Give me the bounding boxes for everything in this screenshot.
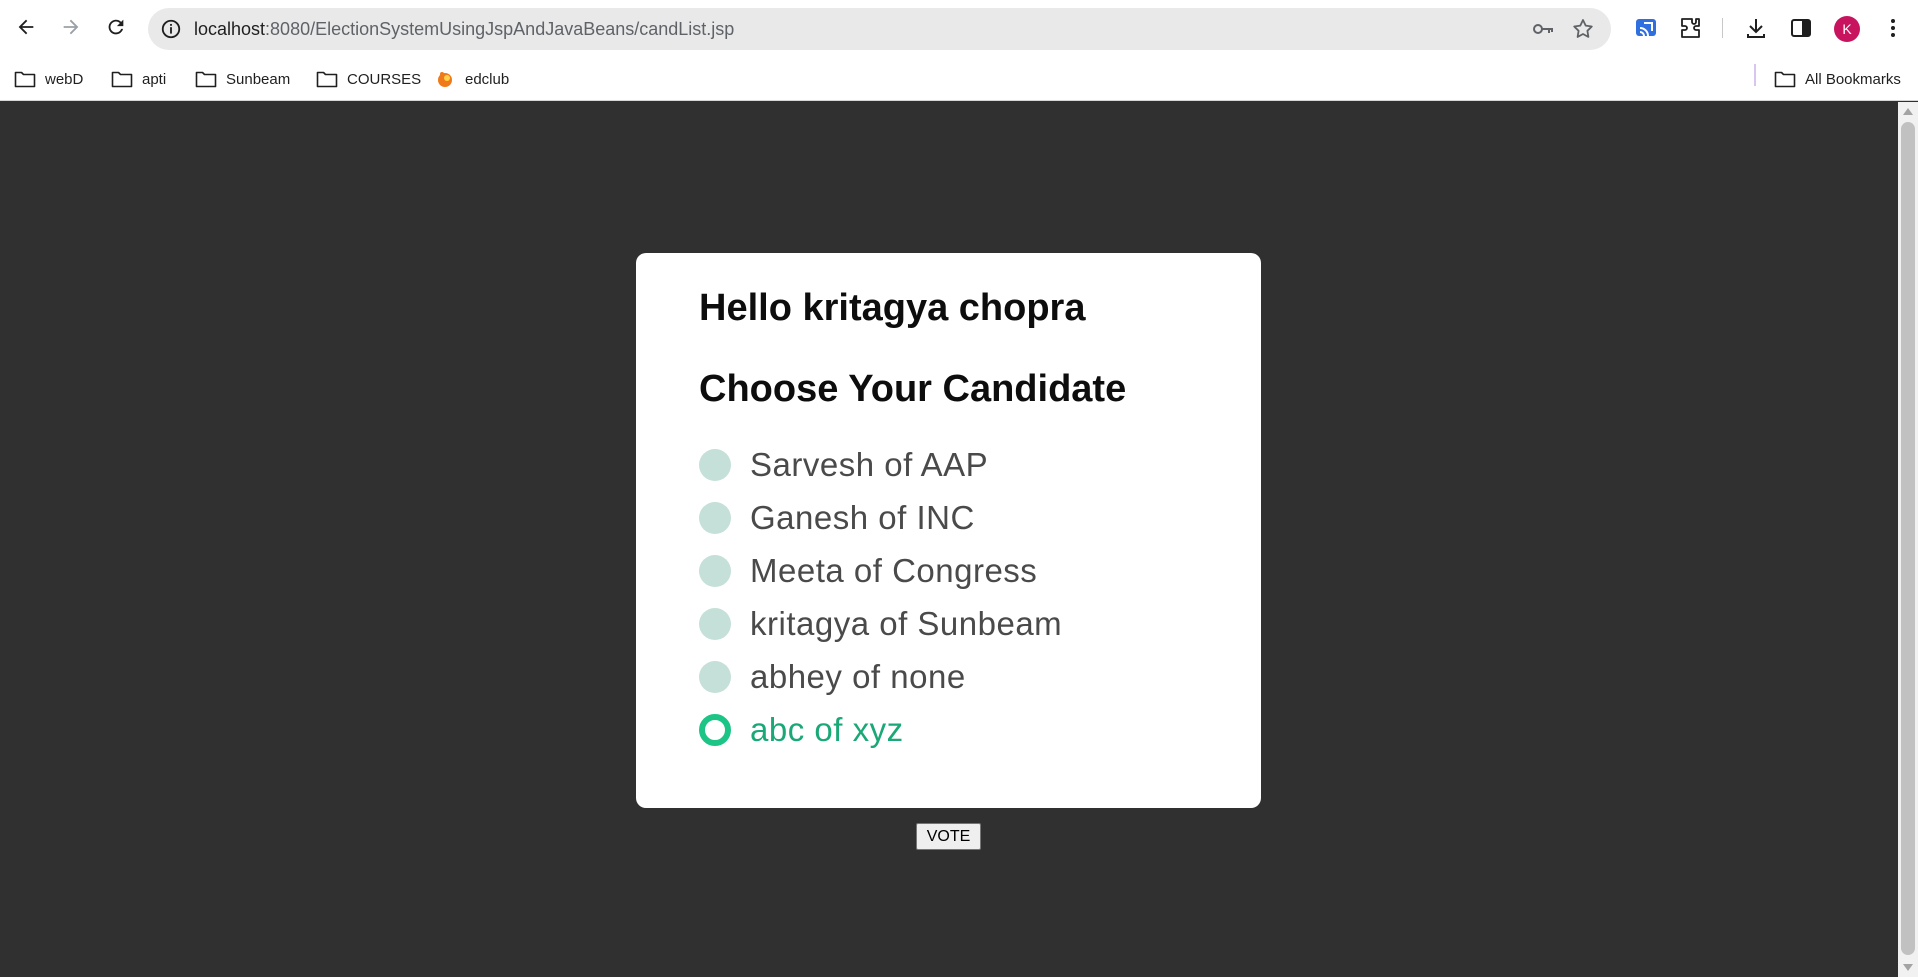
bookmark-label: webD: [45, 70, 84, 88]
choose-candidate-heading: Choose Your Candidate: [699, 368, 1127, 410]
bookmark-webd[interactable]: webD: [14, 63, 83, 95]
download-icon[interactable]: [1742, 14, 1770, 42]
bookmarks-bar: webD apti Sunbeam COURSES edclub All Boo…: [0, 57, 1918, 101]
bookmark-label: apti: [142, 70, 167, 88]
radio-button[interactable]: [699, 555, 731, 587]
ballot-card: Hello kritagya chopra Choose Your Candid…: [636, 253, 1261, 808]
scrollbar-thumb[interactable]: [1901, 122, 1915, 955]
url-text[interactable]: localhost:8080/ElectionSystemUsingJspAnd…: [194, 8, 734, 50]
radio-button[interactable]: [699, 449, 731, 481]
candidate-label: kritagya of Sunbeam: [750, 605, 1063, 642]
candidate-option[interactable]: Sarvesh of AAP: [699, 445, 988, 485]
browser-toolbar: localhost:8080/ElectionSystemUsingJspAnd…: [0, 0, 1918, 57]
toolbar-divider: [1722, 18, 1723, 38]
bookmark-apti[interactable]: apti: [111, 63, 166, 95]
vertical-scrollbar[interactable]: [1898, 102, 1918, 977]
scroll-up-arrow-icon[interactable]: [1903, 108, 1913, 115]
arrow-left-icon: [18, 19, 34, 35]
edclub-favicon: [438, 72, 452, 87]
side-panel-icon[interactable]: [1787, 14, 1815, 42]
password-key-icon[interactable]: [1531, 17, 1555, 41]
all-bookmarks-button[interactable]: All Bookmarks: [1774, 63, 1901, 95]
reload-icon: [108, 19, 124, 35]
vote-button[interactable]: VOTE: [916, 823, 981, 850]
candidate-option[interactable]: kritagya of Sunbeam: [699, 604, 1062, 644]
radio-button[interactable]: [699, 608, 731, 640]
url-path: :8080/ElectionSystemUsingJspAndJavaBeans…: [265, 19, 735, 39]
bookmark-courses[interactable]: COURSES: [316, 63, 421, 95]
folder-icon: [111, 71, 133, 88]
bookmark-edclub[interactable]: edclub: [434, 63, 509, 95]
cast-extension-icon[interactable]: [1632, 14, 1660, 42]
bookmark-star-icon[interactable]: [1571, 17, 1595, 41]
greeting-heading: Hello kritagya chopra: [699, 287, 1086, 329]
radio-button-checked[interactable]: [699, 714, 731, 746]
menu-kebab-icon[interactable]: [1879, 14, 1907, 42]
candidate-label: abhey of none: [750, 658, 966, 695]
radio-button[interactable]: [699, 661, 731, 693]
arrow-right-icon: [63, 19, 79, 35]
address-bar[interactable]: localhost:8080/ElectionSystemUsingJspAnd…: [148, 8, 1611, 50]
candidate-option[interactable]: Ganesh of INC: [699, 498, 975, 538]
folder-icon: [14, 71, 36, 88]
reload-button[interactable]: [99, 10, 133, 44]
page-viewport: Hello kritagya chopra Choose Your Candid…: [0, 102, 1898, 977]
candidate-option[interactable]: abhey of none: [699, 657, 966, 697]
url-host: localhost: [194, 19, 266, 39]
bookmarks-divider: [1754, 64, 1756, 86]
candidate-label: Ganesh of INC: [750, 499, 975, 536]
forward-button[interactable]: [54, 10, 88, 44]
candidate-label: Meeta of Congress: [750, 552, 1038, 589]
radio-button[interactable]: [699, 502, 731, 534]
candidate-label: Sarvesh of AAP: [750, 446, 989, 483]
profile-avatar[interactable]: K: [1834, 16, 1860, 42]
bookmark-sunbeam[interactable]: Sunbeam: [195, 63, 290, 95]
extensions-puzzle-icon[interactable]: [1676, 14, 1704, 42]
candidate-option-selected[interactable]: abc of xyz: [699, 710, 904, 750]
back-button[interactable]: [9, 10, 43, 44]
bookmark-label: Sunbeam: [226, 70, 291, 88]
candidate-label: abc of xyz: [750, 711, 904, 748]
bookmark-label: edclub: [465, 70, 510, 88]
candidate-option[interactable]: Meeta of Congress: [699, 551, 1037, 591]
all-bookmarks-label: All Bookmarks: [1805, 70, 1901, 88]
folder-icon: [195, 71, 217, 88]
site-info-icon[interactable]: [158, 16, 184, 42]
folder-icon: [316, 71, 338, 88]
scroll-down-arrow-icon[interactable]: [1903, 964, 1913, 971]
folder-icon: [1774, 71, 1796, 88]
bookmark-label: COURSES: [347, 70, 422, 88]
